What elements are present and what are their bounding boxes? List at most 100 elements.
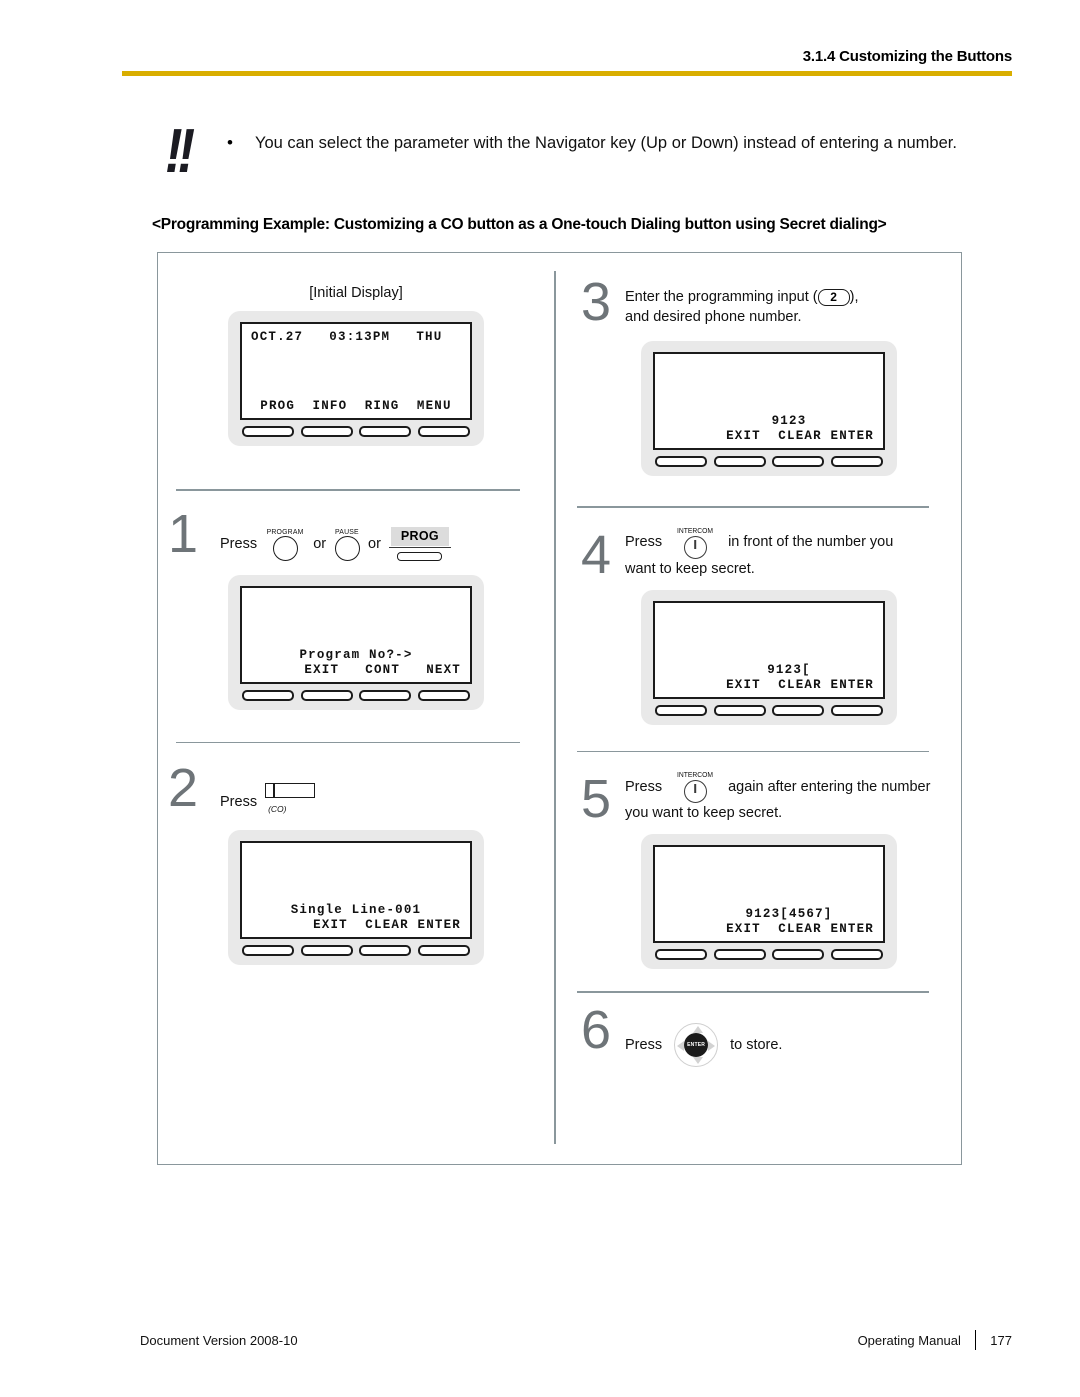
intercom-key-icon[interactable]: INTERCOM bbox=[667, 770, 723, 803]
softkey-button-row bbox=[240, 426, 472, 437]
lcd-screen: OCT.27 03:13PM THU PROG INFO RING MENU bbox=[240, 322, 472, 420]
lcd-unit-step-4: 9123[ EXIT CLEAR ENTER bbox=[641, 589, 897, 725]
step-4-instruction-post: in front of the number you bbox=[728, 534, 894, 550]
step-4-instruction-line2: want to keep secret. bbox=[625, 560, 755, 577]
co-button-caption: (CO) bbox=[268, 804, 287, 815]
page-number: 177 bbox=[990, 1332, 1012, 1348]
softkey-button-2[interactable] bbox=[300, 426, 353, 437]
lcd-unit-step-3: 9123 EXIT CLEAR ENTER bbox=[641, 341, 897, 476]
step-6: 6 Press ENTER to store. bbox=[555, 993, 963, 1071]
lcd-softkey-line: EXIT CLEAR ENTER bbox=[726, 677, 874, 692]
step-3-instruction-post: ), bbox=[849, 289, 859, 305]
softkey-button-1[interactable] bbox=[242, 945, 294, 957]
softkey-button-1[interactable] bbox=[242, 689, 294, 701]
softkey-button-1[interactable] bbox=[242, 426, 294, 437]
step-1: 1 Press PROGRAM or PAUSE or PROG Program… bbox=[158, 491, 554, 710]
pause-key-label: PAUSE bbox=[335, 526, 359, 536]
lcd-value-line: 9123[ bbox=[767, 662, 811, 677]
lcd-softkey-line: EXIT CONT NEXT bbox=[304, 662, 461, 677]
lcd-unit-step-1: Program No?-> EXIT CONT NEXT bbox=[228, 574, 484, 710]
lcd-value-line: 9123[4567] bbox=[745, 907, 833, 921]
step-number: 2 bbox=[168, 758, 199, 819]
header-rule bbox=[122, 71, 1012, 76]
lcd-unit-step-5: 9123[4567] EXIT CLEAR ENTER bbox=[641, 834, 897, 969]
softkey-button-4[interactable] bbox=[417, 426, 470, 437]
footer-separator bbox=[974, 1330, 977, 1350]
double-exclamation-icon: !! bbox=[165, 117, 195, 186]
nav-up-arrow-icon[interactable] bbox=[692, 1025, 703, 1033]
softkey-button-4[interactable] bbox=[417, 945, 470, 957]
nav-down-arrow-icon[interactable] bbox=[692, 1056, 703, 1064]
softkey-button-4[interactable] bbox=[830, 949, 883, 960]
softkey-button-3[interactable] bbox=[772, 704, 825, 716]
programming-example-panel: [Initial Display] OCT.27 03:13PM THU PRO… bbox=[157, 252, 962, 1165]
softkey-button-row bbox=[240, 945, 472, 957]
softkey-button-1[interactable] bbox=[655, 456, 707, 467]
step-6-instruction-post: to store. bbox=[730, 1036, 783, 1053]
softkey-button-4[interactable] bbox=[830, 704, 883, 716]
lcd-softkey-line: EXIT CLEAR ENTER bbox=[726, 429, 874, 443]
note-text: You can select the parameter with the Na… bbox=[255, 134, 957, 152]
step-number: 4 bbox=[581, 524, 612, 585]
softkey-button-2[interactable] bbox=[713, 456, 766, 467]
step-2: 2 Press (CO) Single Line-001 EXIT CLEAR … bbox=[158, 743, 554, 966]
lcd-softkey-line: PROG INFO RING MENU bbox=[260, 399, 452, 413]
lcd-unit-step-2: Single Line-001 EXIT CLEAR ENTER bbox=[228, 830, 484, 966]
softkey-button-2[interactable] bbox=[713, 949, 766, 960]
softkey-button-3[interactable] bbox=[772, 456, 825, 467]
or-label-2: or bbox=[368, 535, 381, 552]
softkey-button-4[interactable] bbox=[417, 689, 470, 701]
step-5-instruction-post: again after entering the number bbox=[728, 778, 931, 795]
document-version: Document Version 2008-10 bbox=[140, 1332, 298, 1348]
note-block: !! • You can select the parameter with t… bbox=[165, 117, 995, 186]
step-5: 5 Press INTERCOM again after entering th… bbox=[555, 752, 963, 969]
nav-right-arrow-icon[interactable] bbox=[708, 1041, 716, 1051]
program-key-icon[interactable]: PROGRAM bbox=[265, 527, 305, 561]
intercom-key-icon[interactable]: INTERCOM bbox=[667, 526, 723, 559]
intercom-key-label: INTERCOM bbox=[677, 770, 714, 779]
softkey-button-row bbox=[240, 689, 472, 701]
step-number: 1 bbox=[168, 503, 199, 564]
numeric-key-2-icon[interactable]: 2 bbox=[817, 288, 850, 306]
initial-display-block: [Initial Display] OCT.27 03:13PM THU PRO… bbox=[158, 253, 554, 446]
press-label: Press bbox=[220, 535, 258, 552]
right-column: 3 Enter the programming input ( 2 ), and… bbox=[555, 253, 963, 1164]
softkey-button-3[interactable] bbox=[359, 689, 412, 701]
lcd-value-line: 9123 bbox=[771, 414, 807, 428]
program-key-label: PROGRAM bbox=[266, 526, 304, 536]
softkey-button-2[interactable] bbox=[300, 689, 353, 701]
manual-name: Operating Manual bbox=[857, 1332, 961, 1348]
softkey-button-3[interactable] bbox=[359, 945, 412, 957]
softkey-button-row bbox=[653, 949, 885, 960]
softkey-button-2[interactable] bbox=[300, 945, 353, 957]
step-4: 4 Press INTERCOM in front of the number … bbox=[555, 508, 963, 725]
softkey-button-2[interactable] bbox=[713, 704, 766, 716]
step-number: 3 bbox=[581, 272, 612, 332]
lcd-screen: 9123[ EXIT CLEAR ENTER bbox=[653, 600, 885, 699]
nav-left-arrow-icon[interactable] bbox=[677, 1041, 685, 1051]
step-number: 5 bbox=[581, 769, 612, 829]
lcd-value-line: Program No?-> bbox=[299, 647, 413, 662]
softkey-button-row bbox=[653, 704, 885, 716]
or-label-1: or bbox=[313, 535, 327, 552]
softkey-button-1[interactable] bbox=[655, 949, 707, 960]
step-number: 6 bbox=[581, 999, 612, 1060]
lcd-softkey-line: EXIT CLEAR ENTER bbox=[313, 918, 461, 933]
lcd-softkey-line: EXIT CLEAR ENTER bbox=[726, 922, 874, 936]
left-column: [Initial Display] OCT.27 03:13PM THU PRO… bbox=[158, 253, 554, 1164]
softkey-button-1[interactable] bbox=[655, 704, 707, 716]
prog-softkey-icon[interactable]: PROG bbox=[388, 526, 451, 561]
softkey-button-4[interactable] bbox=[830, 456, 883, 467]
lcd-top-line: OCT.27 03:13PM THU bbox=[251, 330, 443, 344]
enter-navigator-key-icon[interactable]: ENTER bbox=[670, 1019, 722, 1071]
softkey-button-3[interactable] bbox=[359, 426, 412, 437]
co-button-icon[interactable]: (CO) bbox=[265, 783, 323, 820]
programming-example-heading: <Programming Example: Customizing a CO b… bbox=[152, 216, 887, 233]
softkey-button-3[interactable] bbox=[772, 949, 825, 960]
lcd-screen: Program No?-> EXIT CONT NEXT bbox=[240, 585, 472, 684]
note-bullet: • bbox=[227, 133, 233, 152]
enter-key-label[interactable]: ENTER bbox=[684, 1032, 709, 1057]
page-header: 3.1.4 Customizing the Buttons bbox=[122, 48, 1012, 76]
softkey-button-row bbox=[653, 456, 885, 467]
pause-key-icon[interactable]: PAUSE bbox=[334, 527, 360, 561]
